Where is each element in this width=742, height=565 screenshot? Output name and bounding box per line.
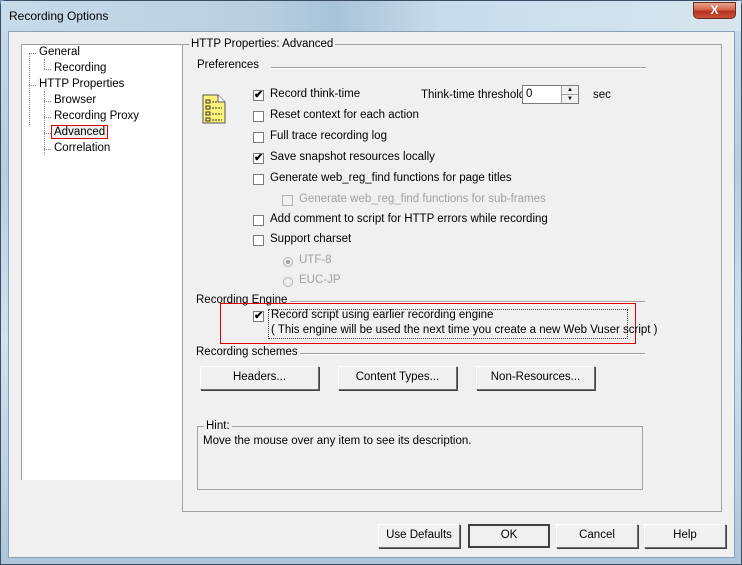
earlier-engine-checkbox[interactable]: ✔ (253, 311, 264, 322)
http-advanced-panel: HTTP Properties: Advanced Preferences ✔ … (182, 38, 722, 512)
tree-connector (44, 59, 45, 69)
euc-jp-radio[interactable] (283, 277, 293, 287)
support-charset-checkbox[interactable] (253, 235, 264, 246)
hint-heading: Hint: (204, 420, 232, 432)
full-trace-label: Full trace recording log (270, 130, 387, 142)
tree-item-recording-proxy[interactable]: Recording Proxy (54, 110, 139, 122)
checklist-notepad-icon (202, 94, 226, 124)
hint-text: Move the mouse over any item to see its … (203, 435, 472, 447)
record-think-time-checkbox[interactable]: ✔ (253, 90, 264, 101)
support-charset-label: Support charset (270, 233, 352, 245)
close-icon: X (710, 3, 719, 17)
tree-connector (44, 133, 51, 134)
ok-button[interactable]: OK (468, 524, 550, 548)
reset-context-label: Reset context for each action (270, 109, 419, 121)
gen-web-reg-find-checkbox[interactable] (253, 174, 264, 185)
tree-item-recording[interactable]: Recording (54, 62, 106, 74)
earlier-engine-note: ( This engine will be used the next time… (271, 324, 658, 336)
content-types-button[interactable]: Content Types... (338, 366, 457, 390)
recording-options-window: Recording Options X General Recording HT… (0, 0, 742, 565)
cancel-button[interactable]: Cancel (556, 524, 638, 548)
tree-item-correlation[interactable]: Correlation (54, 142, 110, 154)
full-trace-checkbox[interactable] (253, 132, 264, 143)
tree-item-http-properties[interactable]: HTTP Properties (39, 78, 124, 90)
utf8-radio[interactable] (283, 257, 293, 267)
close-button[interactable]: X (693, 2, 736, 19)
panel-title: HTTP Properties: Advanced (189, 38, 336, 50)
headers-button[interactable]: Headers... (200, 366, 319, 390)
tree-connector (29, 53, 30, 125)
dialog-client: General Recording HTTP Properties Browse… (8, 31, 735, 558)
save-snapshot-checkbox[interactable]: ✔ (253, 153, 264, 164)
use-defaults-button[interactable]: Use Defaults (378, 524, 460, 548)
add-comment-checkbox[interactable] (253, 215, 264, 226)
earlier-engine-label: Record script using earlier recording en… (271, 309, 494, 321)
add-comment-label: Add comment to script for HTTP errors wh… (270, 213, 548, 225)
gen-web-reg-find-subframes-checkbox[interactable] (282, 195, 293, 206)
save-snapshot-label: Save snapshot resources locally (270, 151, 435, 163)
title-bar[interactable]: Recording Options X (1, 1, 741, 31)
preferences-heading: Preferences (195, 59, 262, 71)
tree-connector (29, 85, 36, 86)
spin-up-icon[interactable]: ▲ (562, 86, 578, 95)
help-button[interactable]: Help (644, 524, 726, 548)
tree-connector (44, 117, 51, 118)
gen-web-reg-find-subframes-label: Generate web_reg_find functions for sub-… (299, 193, 546, 205)
recording-schemes-heading: Recording schemes (196, 346, 298, 358)
window-title: Recording Options (9, 9, 109, 23)
gen-web-reg-find-label: Generate web_reg_find functions for page… (270, 172, 512, 184)
record-think-time-label: Record think-time (270, 88, 361, 100)
tree-connector (44, 101, 51, 102)
tree-connector (29, 53, 36, 54)
tree-connector (44, 69, 51, 70)
think-time-threshold-label: Think-time threshold: (421, 89, 529, 101)
tree-item-browser[interactable]: Browser (54, 94, 96, 106)
spin-down-icon[interactable]: ▼ (562, 95, 578, 103)
spinner[interactable]: ▲ ▼ (561, 86, 578, 103)
think-time-unit: sec (593, 89, 611, 101)
hint-box: Hint: Move the mouse over any item to se… (197, 420, 643, 490)
tree-item-general[interactable]: General (39, 46, 80, 58)
euc-jp-label: EUC-JP (299, 274, 341, 286)
utf8-label: UTF-8 (299, 254, 332, 266)
options-tree: General Recording HTTP Properties Browse… (21, 44, 183, 480)
tree-connector (44, 149, 51, 150)
separator (300, 353, 645, 355)
reset-context-checkbox[interactable] (253, 111, 264, 122)
separator (271, 67, 646, 69)
tree-item-advanced[interactable]: Advanced (50, 125, 109, 139)
non-resources-button[interactable]: Non-Resources... (476, 366, 595, 390)
think-time-threshold-input[interactable]: 0 ▲ ▼ (522, 85, 579, 104)
